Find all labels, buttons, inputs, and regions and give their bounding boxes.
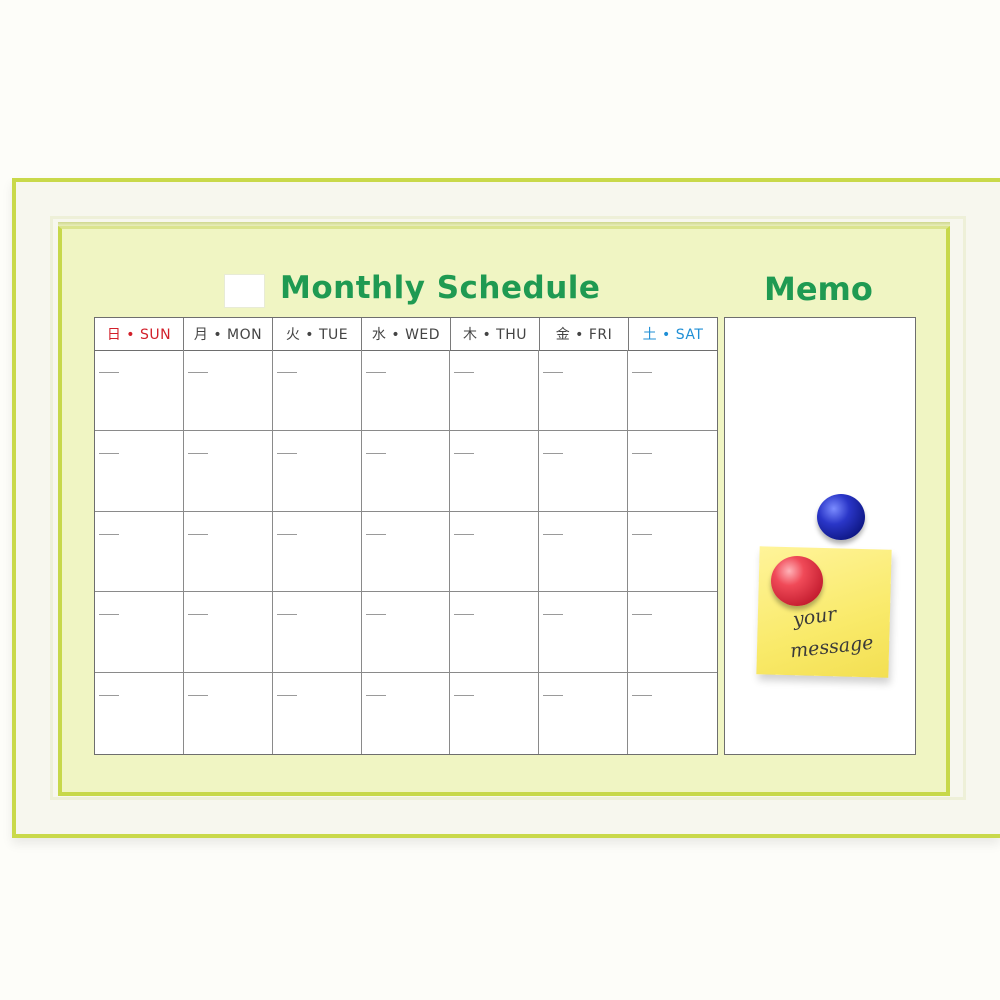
calendar-day-cell [450,430,540,512]
calendar-day-cell [95,350,184,431]
weekday-sun: 日 • SUN [95,318,184,350]
weekday-thu: 木 • THU [451,318,540,350]
calendar-day-cell [183,592,273,674]
calendar-day-cell [450,511,540,593]
title-label-chip [224,274,265,308]
date-write-line [632,695,653,697]
weekday-sat: 土 • SAT [642,327,704,343]
calendar-day-cell [272,430,362,512]
calendar-day-cell [361,592,451,674]
calendar-day-cell [450,673,540,754]
calendar-day-cell [362,673,451,754]
weekday-mon: 月 • MON [184,318,273,350]
date-write-line [99,695,119,697]
date-write-line [99,614,119,616]
date-write-line [99,372,119,373]
date-write-line [276,614,297,616]
date-write-line [543,533,564,535]
calendar-day-cell [361,350,451,431]
date-write-line [543,614,564,616]
blue-magnet [817,494,865,540]
calendar-day-cell [184,673,273,754]
calendar-grid [95,350,717,754]
weekday-wed: 水 • WED [362,318,451,350]
weekday-fri: 金 • FRI [540,318,629,350]
date-write-line [632,452,653,454]
weekday-tue: 火 • TUE [273,318,362,350]
calendar-day-cell [628,512,717,593]
date-write-line [632,614,653,616]
date-write-line [187,695,208,697]
calendar-day-cell [539,592,629,674]
calendar-day-cell [95,511,184,593]
calendar-day-cell [539,673,629,754]
calendar-day-cell [95,430,184,512]
calendar-day-cell [272,511,362,593]
date-write-line [365,452,386,454]
calendar-day-cell [539,430,629,512]
date-write-line [454,695,475,697]
calendar-day-cell [628,350,717,431]
date-write-line [99,533,119,535]
calendar-day-cell [628,431,717,512]
date-write-line [276,695,297,697]
date-write-line [187,372,208,373]
calendar-day-cell [272,350,362,431]
date-write-line [543,695,564,697]
date-write-line [187,533,208,535]
date-write-line [365,695,386,697]
calendar-day-cell [183,511,273,593]
date-write-line [187,452,208,454]
date-write-line [365,533,386,535]
date-write-line [276,372,297,373]
date-write-line [365,614,386,616]
calendar-day-cell [450,592,540,674]
date-write-line [454,452,475,454]
red-magnet [771,556,823,606]
date-write-line [454,372,475,373]
date-write-line [543,452,564,454]
calendar-day-cell [450,350,540,431]
date-write-line [454,533,475,535]
monthly-calendar: 日 • SUN 月 • MON 火 • TUE 水 • WED 木 • THU … [94,317,718,755]
calendar-day-cell [272,592,362,674]
calendar-day-cell [95,673,184,754]
date-write-line [632,533,653,535]
calendar-day-cell [95,592,184,674]
date-write-line [632,372,653,373]
memo-title: Memo [764,270,873,308]
calendar-day-cell [183,350,273,431]
calendar-day-cell [273,673,362,754]
date-write-line [365,372,386,373]
date-write-line [99,452,119,454]
calendar-day-cell [361,511,451,593]
calendar-weekday-header: 日 • SUN 月 • MON 火 • TUE 水 • WED 木 • THU … [95,318,717,351]
calendar-day-cell [628,673,717,754]
date-write-line [187,614,208,616]
date-write-line [276,452,297,454]
date-write-line [543,372,564,373]
memo-panel [724,317,916,755]
calendar-day-cell [361,430,451,512]
calendar-day-cell [183,430,273,512]
calendar-day-cell [628,592,717,674]
date-write-line [276,533,297,535]
date-write-line [454,614,475,616]
calendar-day-cell [539,350,629,431]
calendar-day-cell [539,511,629,593]
board-title: Monthly Schedule [280,270,601,306]
